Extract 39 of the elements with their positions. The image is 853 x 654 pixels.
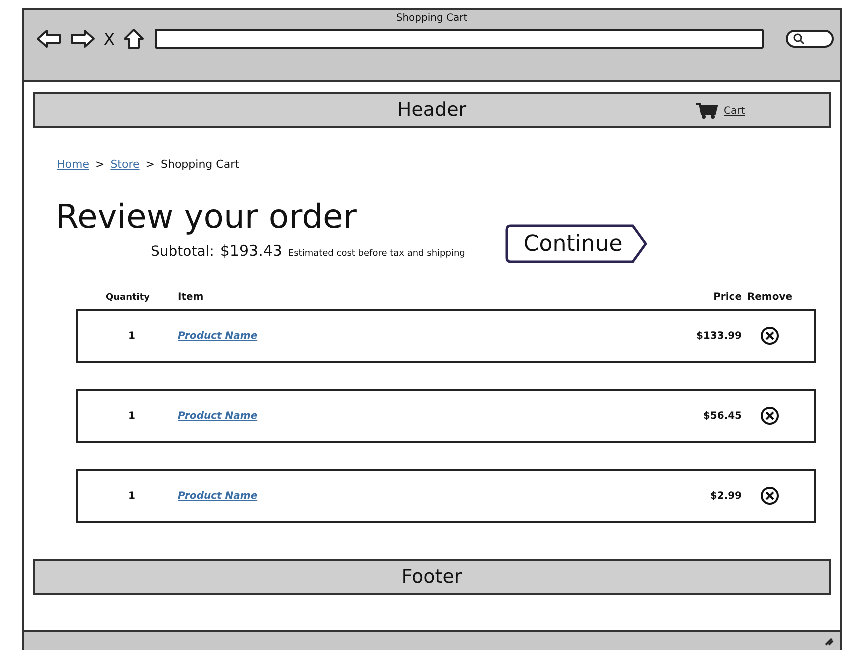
forward-icon[interactable] — [70, 29, 96, 49]
breadcrumb-link[interactable]: Home — [57, 158, 90, 171]
window-title: Shopping Cart — [396, 13, 468, 24]
back-icon[interactable] — [36, 29, 62, 49]
column-header: Remove — [746, 292, 794, 303]
subtotal-label: Subtotal: — [151, 244, 214, 260]
column-header: Item — [178, 292, 205, 303]
product-link[interactable]: Product Name — [178, 410, 258, 422]
page-heading: Review your order — [56, 197, 358, 236]
quantity-cell-text: 1 — [128, 410, 136, 422]
search-icon — [793, 33, 805, 45]
resize-grip-icon[interactable] — [824, 636, 834, 646]
price-cell: $2.99 — [710, 490, 742, 502]
product-link[interactable]: Product Name — [178, 330, 258, 342]
header-title: Header — [397, 99, 467, 121]
continue-button[interactable]: Continue — [505, 224, 650, 264]
quantity-cell-text: 1 — [128, 330, 136, 342]
shopping-cart-icon — [695, 102, 719, 120]
subtotal-amount: $193.43 — [220, 242, 282, 260]
breadcrumb-link[interactable]: Store — [110, 158, 140, 171]
price-cell: $133.99 — [696, 330, 742, 342]
price-cell: $56.45 — [703, 410, 742, 422]
search-field[interactable] — [786, 30, 834, 48]
remove-icon[interactable] — [760, 486, 780, 506]
cart-link[interactable]: Cart — [724, 106, 746, 116]
remove-icon[interactable] — [760, 326, 780, 346]
column-header: Price — [712, 292, 742, 303]
subtotal-note: Estimated cost before tax and shipping — [288, 249, 466, 259]
home-icon[interactable] — [122, 28, 145, 50]
breadcrumb-current: Shopping Cart — [161, 158, 240, 171]
breadcrumb-separator: > — [146, 158, 155, 171]
footer-title: Footer — [402, 566, 462, 588]
breadcrumb-separator: > — [95, 158, 105, 171]
remove-icon[interactable] — [760, 406, 780, 426]
column-header: Quantity — [104, 292, 152, 302]
product-link[interactable]: Product Name — [178, 490, 258, 502]
stop-button[interactable]: X — [104, 30, 115, 48]
address-field[interactable] — [154, 29, 764, 49]
quantity-cell-text: 1 — [128, 490, 136, 502]
